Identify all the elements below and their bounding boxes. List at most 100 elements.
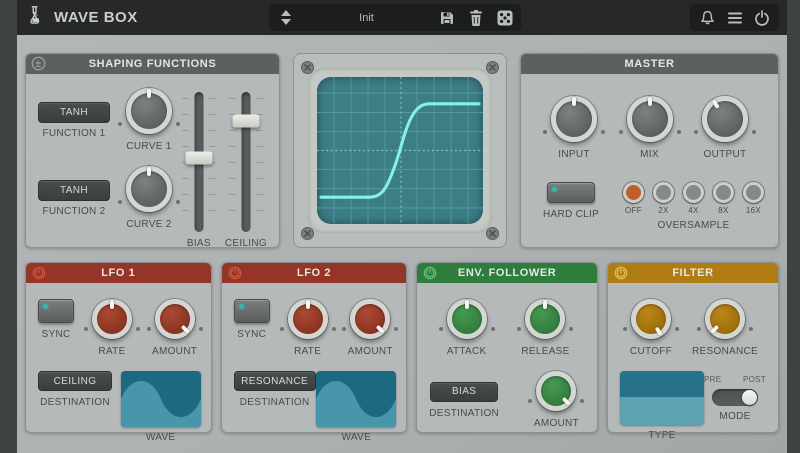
output-knob[interactable]	[702, 96, 748, 142]
oversample-8x[interactable]: 8X	[713, 182, 734, 215]
env-release-knob[interactable]	[525, 299, 565, 339]
delete-preset-button[interactable]	[467, 9, 484, 26]
ceiling-slider[interactable]	[228, 92, 264, 232]
panel-title: FILTER	[672, 267, 713, 279]
wave-label: WAVE	[146, 432, 176, 443]
destination-label: DESTINATION	[40, 397, 110, 408]
wave-label: WAVE	[342, 432, 372, 443]
oversample-4x[interactable]: 4X	[683, 182, 704, 215]
release-label: RELEASE	[521, 346, 569, 357]
filter-cutoff-knob[interactable]	[631, 299, 671, 339]
panel-title: SHAPING FUNCTIONS	[89, 58, 217, 70]
screw-icon	[301, 227, 314, 240]
lfo1-sync-button[interactable]	[38, 299, 74, 323]
titlebar: WAVE BOX Init	[17, 0, 787, 35]
preset-bar: Init	[269, 4, 521, 31]
menu-button[interactable]	[726, 9, 743, 26]
power-button[interactable]	[753, 9, 770, 26]
filter-power-button[interactable]	[614, 266, 628, 280]
hard-clip-button[interactable]	[547, 182, 595, 203]
filter-panel: FILTER CUTOFF	[607, 262, 779, 433]
mode-toggle[interactable]	[712, 389, 758, 406]
input-label: INPUT	[558, 149, 590, 160]
filter-type-display[interactable]	[620, 371, 704, 425]
lfo2-wave-display[interactable]	[316, 371, 396, 427]
preset-down-icon[interactable]	[281, 19, 291, 25]
oversample-2x[interactable]: 2X	[653, 182, 674, 215]
bias-slider[interactable]	[181, 92, 217, 232]
oversample-group: OFF 2X 4X 8	[623, 182, 764, 215]
screw-icon	[486, 227, 499, 240]
env-destination-button[interactable]: BIAS	[430, 382, 498, 402]
preset-up-icon[interactable]	[281, 10, 291, 16]
plus-minus-icon: ±	[31, 56, 46, 71]
bias-label: BIAS	[187, 238, 211, 249]
preset-spinner[interactable]	[277, 8, 295, 27]
sync-label: SYNC	[42, 329, 71, 340]
waveshape-display	[317, 77, 483, 224]
mix-label: MIX	[640, 149, 659, 160]
panel-title: LFO 2	[297, 267, 331, 279]
preset-name[interactable]: Init	[295, 12, 438, 24]
lfo2-panel: LFO 2 SYNC RATE	[221, 262, 408, 433]
cutoff-label: CUTOFF	[630, 346, 672, 357]
panel-title: ENV. FOLLOWER	[458, 267, 556, 279]
master-panel: MASTER INPUT MIX	[520, 53, 779, 248]
type-label: TYPE	[648, 430, 675, 441]
mode-post-label[interactable]: POST	[743, 375, 766, 384]
oversample-off[interactable]: OFF	[623, 182, 644, 215]
shaping-functions-panel: ± SHAPING FUNCTIONS TANH FUNCTION 1	[25, 53, 280, 248]
bias-slider-handle[interactable]	[185, 151, 212, 164]
resonance-label: RESONANCE	[692, 346, 758, 357]
lfo1-amount-knob[interactable]	[155, 299, 195, 339]
function2-type-button[interactable]: TANH	[38, 180, 110, 201]
polarity-button[interactable]: ±	[31, 56, 45, 70]
input-knob[interactable]	[551, 96, 597, 142]
panel-title: LFO 1	[101, 267, 135, 279]
amount-label: AMOUNT	[348, 346, 393, 357]
lfo2-amount-knob[interactable]	[350, 299, 390, 339]
function1-label: FUNCTION 1	[43, 128, 106, 139]
bell-icon	[700, 10, 715, 26]
brand: WAVE BOX	[25, 3, 138, 32]
lfo2-destination-button[interactable]: RESONANCE	[234, 371, 316, 391]
mode-pre-label[interactable]: PRE	[704, 375, 721, 384]
lfo2-power-button[interactable]	[228, 266, 242, 280]
filter-resonance-knob[interactable]	[705, 299, 745, 339]
sync-label: SYNC	[237, 329, 266, 340]
oversample-16x[interactable]: 16X	[743, 182, 764, 215]
lfo1-rate-knob[interactable]	[92, 299, 132, 339]
curve1-knob[interactable]	[126, 88, 172, 134]
env-power-button[interactable]	[423, 266, 437, 280]
env-attack-knob[interactable]	[447, 299, 487, 339]
lfo1-power-button[interactable]	[32, 266, 46, 280]
mix-knob[interactable]	[627, 96, 673, 142]
main-body: ± SHAPING FUNCTIONS TANH FUNCTION 1	[17, 35, 787, 453]
notifications-button[interactable]	[699, 9, 716, 26]
random-preset-button[interactable]	[496, 9, 513, 26]
mode-label: MODE	[719, 411, 750, 422]
dice-icon	[497, 10, 513, 26]
lfo2-sync-button[interactable]	[234, 299, 270, 323]
screw-icon	[486, 61, 499, 74]
env-amount-knob[interactable]	[536, 371, 576, 411]
hamburger-icon	[727, 11, 743, 25]
svg-text:±: ±	[35, 59, 41, 70]
trash-icon	[469, 10, 483, 26]
lfo2-rate-knob[interactable]	[288, 299, 328, 339]
env-follower-panel: ENV. FOLLOWER ATTACK	[416, 262, 598, 433]
power-icon	[754, 10, 770, 26]
rate-label: RATE	[294, 346, 321, 357]
panel-title: MASTER	[624, 58, 674, 70]
ceiling-slider-handle[interactable]	[232, 115, 259, 128]
destination-label: DESTINATION	[240, 397, 310, 408]
curve2-knob[interactable]	[126, 166, 172, 212]
plugin-window: WAVE BOX Init	[17, 0, 787, 453]
hard-clip-label: HARD CLIP	[543, 209, 599, 220]
mode-toggle-knob[interactable]	[742, 390, 757, 405]
save-preset-button[interactable]	[438, 9, 455, 26]
function1-type-button[interactable]: TANH	[38, 102, 110, 123]
attack-label: ATTACK	[447, 346, 487, 357]
lfo1-destination-button[interactable]: CEILING	[38, 371, 112, 391]
lfo1-wave-display[interactable]	[121, 371, 201, 427]
